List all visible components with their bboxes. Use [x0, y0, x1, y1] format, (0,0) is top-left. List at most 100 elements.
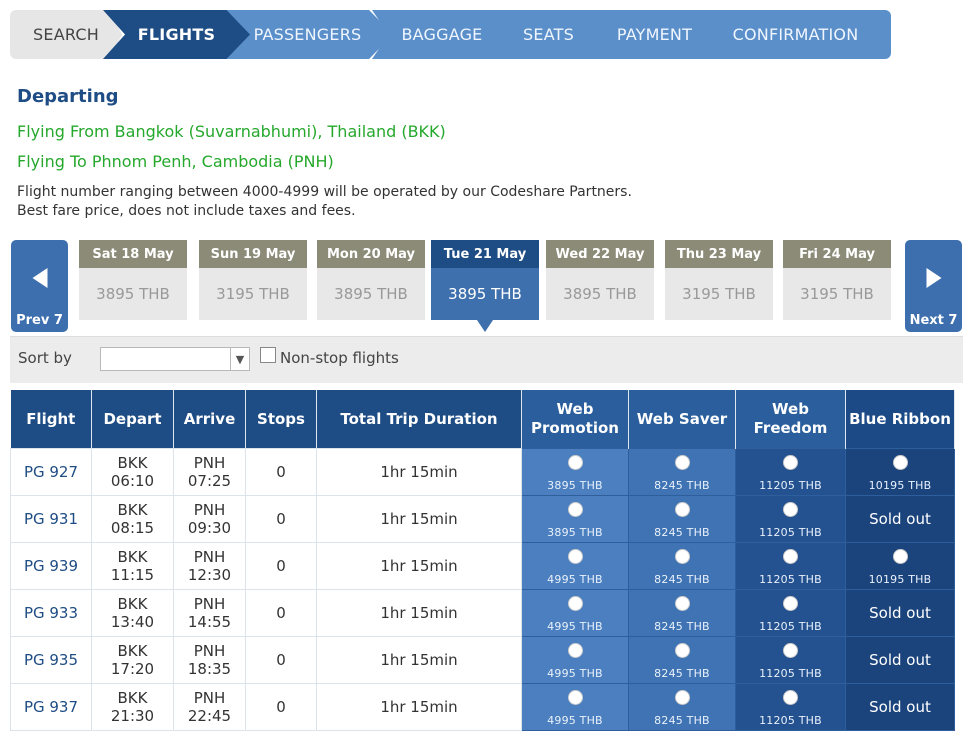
- arrive-code: PNH: [193, 595, 226, 613]
- fare-web-promotion[interactable]: 4995 THB: [521, 589, 629, 637]
- fare-web-saver[interactable]: 8245 THB: [628, 542, 736, 590]
- sort-dropdown[interactable]: ▼: [100, 347, 250, 371]
- flight-number[interactable]: PG 935: [10, 636, 92, 684]
- fare-radio[interactable]: [674, 549, 690, 564]
- fare-web-promotion[interactable]: 4995 THB: [521, 542, 629, 590]
- depart-cell: BKK 08:15: [91, 495, 174, 543]
- duration-cell: 1hr 15min: [316, 542, 522, 590]
- depart-cell: BKK 13:40: [91, 589, 174, 637]
- flight-number[interactable]: PG 927: [10, 448, 92, 496]
- fare-price: 8245 THB: [654, 667, 710, 680]
- arrive-code: PNH: [193, 642, 226, 660]
- fare-radio[interactable]: [674, 502, 690, 517]
- step-search[interactable]: SEARCH: [10, 10, 122, 59]
- route-from: Flying From Bangkok (Suvarnabhumi), Thai…: [17, 122, 446, 141]
- fare-web-freedom[interactable]: 11205 THB: [735, 448, 846, 496]
- step-baggage[interactable]: BAGGAGE: [372, 10, 512, 59]
- date-tab-label: Sat 18 May: [79, 240, 187, 268]
- date-tab-label: Wed 22 May: [546, 240, 654, 268]
- fare-web-promotion[interactable]: 4995 THB: [521, 683, 629, 731]
- fare-web-promotion[interactable]: 3895 THB: [521, 495, 629, 543]
- fare-web-freedom[interactable]: 11205 THB: [735, 683, 846, 731]
- step-label: BAGGAGE: [401, 25, 483, 44]
- date-tab[interactable]: Thu 23 May 3195 THB: [665, 240, 773, 320]
- fare-radio[interactable]: [567, 596, 583, 611]
- fare-radio[interactable]: [892, 549, 908, 564]
- fare-web-freedom[interactable]: 11205 THB: [735, 495, 846, 543]
- fare-radio[interactable]: [892, 455, 908, 470]
- step-payment[interactable]: PAYMENT: [584, 10, 725, 59]
- depart-code: BKK: [117, 642, 148, 660]
- fare-radio[interactable]: [783, 690, 798, 705]
- arrive-code: PNH: [193, 501, 226, 519]
- codeshare-note: Flight number ranging between 4000-4999 …: [17, 184, 632, 200]
- flight-number[interactable]: PG 933: [10, 589, 92, 637]
- step-label: FLIGHTS: [137, 25, 216, 44]
- fare-blue-ribbon[interactable]: 10195 THB: [845, 448, 955, 496]
- fare-web-saver[interactable]: 8245 THB: [628, 636, 736, 684]
- fare-radio[interactable]: [783, 502, 798, 517]
- flight-number[interactable]: PG 937: [10, 683, 92, 731]
- chevron-down-icon[interactable]: ▼: [230, 348, 249, 370]
- fare-web-promotion[interactable]: 4995 THB: [521, 636, 629, 684]
- fare-radio[interactable]: [567, 643, 583, 658]
- fare-web-promotion[interactable]: 3895 THB: [521, 448, 629, 496]
- fare-radio[interactable]: [567, 502, 583, 517]
- flight-number[interactable]: PG 939: [10, 542, 92, 590]
- fare-web-saver[interactable]: 8245 THB: [628, 448, 736, 496]
- date-tab[interactable]: Mon 20 May 3895 THB: [317, 240, 425, 320]
- fare-radio[interactable]: [567, 549, 583, 564]
- fare-web-freedom[interactable]: 11205 THB: [735, 636, 846, 684]
- fare-price: 11205 THB: [759, 573, 822, 586]
- step-seats[interactable]: SEATS: [492, 10, 605, 59]
- duration-cell: 1hr 15min: [316, 636, 522, 684]
- fare-blue-ribbon: Sold out: [845, 683, 955, 731]
- fare-radio[interactable]: [674, 455, 690, 470]
- fare-web-saver[interactable]: 8245 THB: [628, 683, 736, 731]
- date-tab[interactable]: Sun 19 May 3195 THB: [199, 240, 307, 320]
- date-tab-selected[interactable]: Tue 21 May 3895 THB: [431, 240, 539, 332]
- fare-web-freedom[interactable]: 11205 THB: [735, 542, 846, 590]
- nonstop-checkbox[interactable]: [260, 347, 276, 363]
- fare-radio[interactable]: [567, 455, 583, 470]
- fare-radio[interactable]: [674, 690, 690, 705]
- fare-radio[interactable]: [783, 596, 798, 611]
- next-week-label: Next 7: [909, 313, 958, 328]
- fare-web-saver[interactable]: 8245 THB: [628, 495, 736, 543]
- stops-cell: 0: [245, 683, 317, 731]
- date-tab[interactable]: Wed 22 May 3895 THB: [546, 240, 654, 320]
- fare-radio[interactable]: [783, 455, 798, 470]
- duration-cell: 1hr 15min: [316, 589, 522, 637]
- step-label: CONFIRMATION: [732, 25, 859, 44]
- col-web-promotion-line1: Web: [556, 400, 594, 418]
- col-web-freedom-line1: Web: [772, 400, 809, 418]
- date-tab[interactable]: Sat 18 May 3895 THB: [79, 240, 187, 320]
- fare-web-freedom[interactable]: 11205 THB: [735, 589, 846, 637]
- arrive-code: PNH: [193, 548, 226, 566]
- fare-price: 11205 THB: [759, 526, 822, 539]
- date-tab[interactable]: Fri 24 May 3195 THB: [783, 240, 891, 320]
- col-flight: Flight: [10, 390, 92, 449]
- fare-radio[interactable]: [783, 643, 798, 658]
- step-label: PAYMENT: [616, 25, 693, 44]
- flight-number[interactable]: PG 931: [10, 495, 92, 543]
- step-confirmation[interactable]: CONFIRMATION: [700, 10, 891, 59]
- table-row: PG 933 BKK 13:40 PNH 14:55 0 1hr 15min 499…: [10, 589, 955, 637]
- fare-web-saver[interactable]: 8245 THB: [628, 589, 736, 637]
- fare-blue-ribbon[interactable]: 10195 THB: [845, 542, 955, 590]
- fare-radio[interactable]: [783, 549, 798, 564]
- fare-price: 10195 THB: [868, 573, 932, 586]
- fare-note: Best fare price, does not include taxes …: [17, 203, 356, 219]
- date-tab-label: Fri 24 May: [783, 240, 891, 268]
- step-flights[interactable]: FLIGHTS: [103, 10, 250, 59]
- next-week-button[interactable]: Next 7: [905, 240, 962, 332]
- fare-price: 11205 THB: [759, 667, 822, 680]
- prev-week-button[interactable]: Prev 7: [11, 240, 68, 332]
- fare-radio[interactable]: [674, 643, 690, 658]
- col-web-saver: Web Saver: [628, 390, 736, 449]
- depart-code: BKK: [117, 595, 148, 613]
- fare-radio[interactable]: [567, 690, 583, 705]
- nonstop-label[interactable]: Non-stop flights: [280, 349, 399, 367]
- flight-results-table: Flight Depart Arrive Stops Total Trip Du…: [10, 390, 955, 731]
- fare-radio[interactable]: [674, 596, 690, 611]
